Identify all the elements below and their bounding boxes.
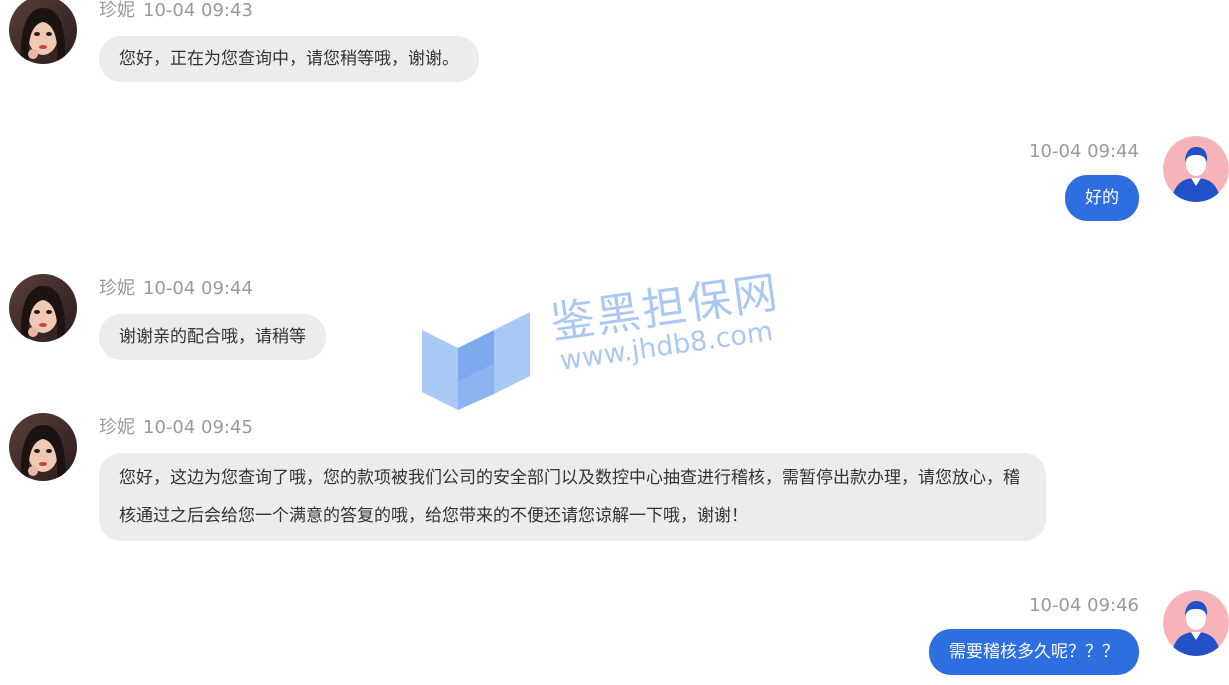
message-bubble[interactable]: 您好，这边为您查询了哦，您的款项被我们公司的安全部门以及数控中心抽查进行稽核，需… [99, 453, 1046, 541]
agent-avatar[interactable] [9, 274, 77, 342]
user-avatar[interactable] [1163, 136, 1229, 202]
message-meta: 珍妮 10-04 09:43 [99, 0, 253, 22]
message-bubble[interactable]: 谢谢亲的配合哦，请稍等 [99, 314, 326, 360]
watermark-url: www.jhdb8.com [558, 316, 775, 377]
message-meta: 10-04 09:46 [1029, 595, 1139, 617]
user-silhouette-avatar-icon [1163, 136, 1229, 202]
message-time: 10-04 09:45 [143, 417, 253, 438]
woman-portrait-avatar-icon [9, 274, 77, 342]
user-avatar[interactable] [1163, 590, 1229, 656]
sender-name: 珍妮 [99, 417, 135, 438]
message-bubble[interactable]: 需要稽核多久呢？？？ [929, 629, 1139, 675]
agent-avatar[interactable] [9, 0, 77, 64]
message-meta: 珍妮 10-04 09:44 [99, 278, 253, 300]
message-time: 10-04 09:46 [1029, 595, 1139, 616]
watermark: 鉴黑担保网 www.jhdb8.com [418, 267, 798, 420]
sender-name: 珍妮 [99, 0, 135, 21]
woman-portrait-avatar-icon [9, 413, 77, 481]
message-meta: 10-04 09:44 [1029, 141, 1139, 163]
message-time: 10-04 09:44 [143, 278, 253, 299]
message-bubble[interactable]: 好的 [1065, 175, 1139, 221]
message-meta: 珍妮 10-04 09:45 [99, 417, 253, 439]
message-time: 10-04 09:43 [143, 0, 253, 21]
agent-avatar[interactable] [9, 413, 77, 481]
message-time: 10-04 09:44 [1029, 141, 1139, 162]
shield-check-logo-icon [422, 312, 530, 410]
message-bubble[interactable]: 您好，正在为您查询中，请您稍等哦，谢谢。 [99, 36, 479, 82]
sender-name: 珍妮 [99, 278, 135, 299]
woman-portrait-avatar-icon [9, 0, 77, 64]
watermark-brand: 鉴黑担保网 [547, 266, 783, 350]
user-silhouette-avatar-icon [1163, 590, 1229, 656]
